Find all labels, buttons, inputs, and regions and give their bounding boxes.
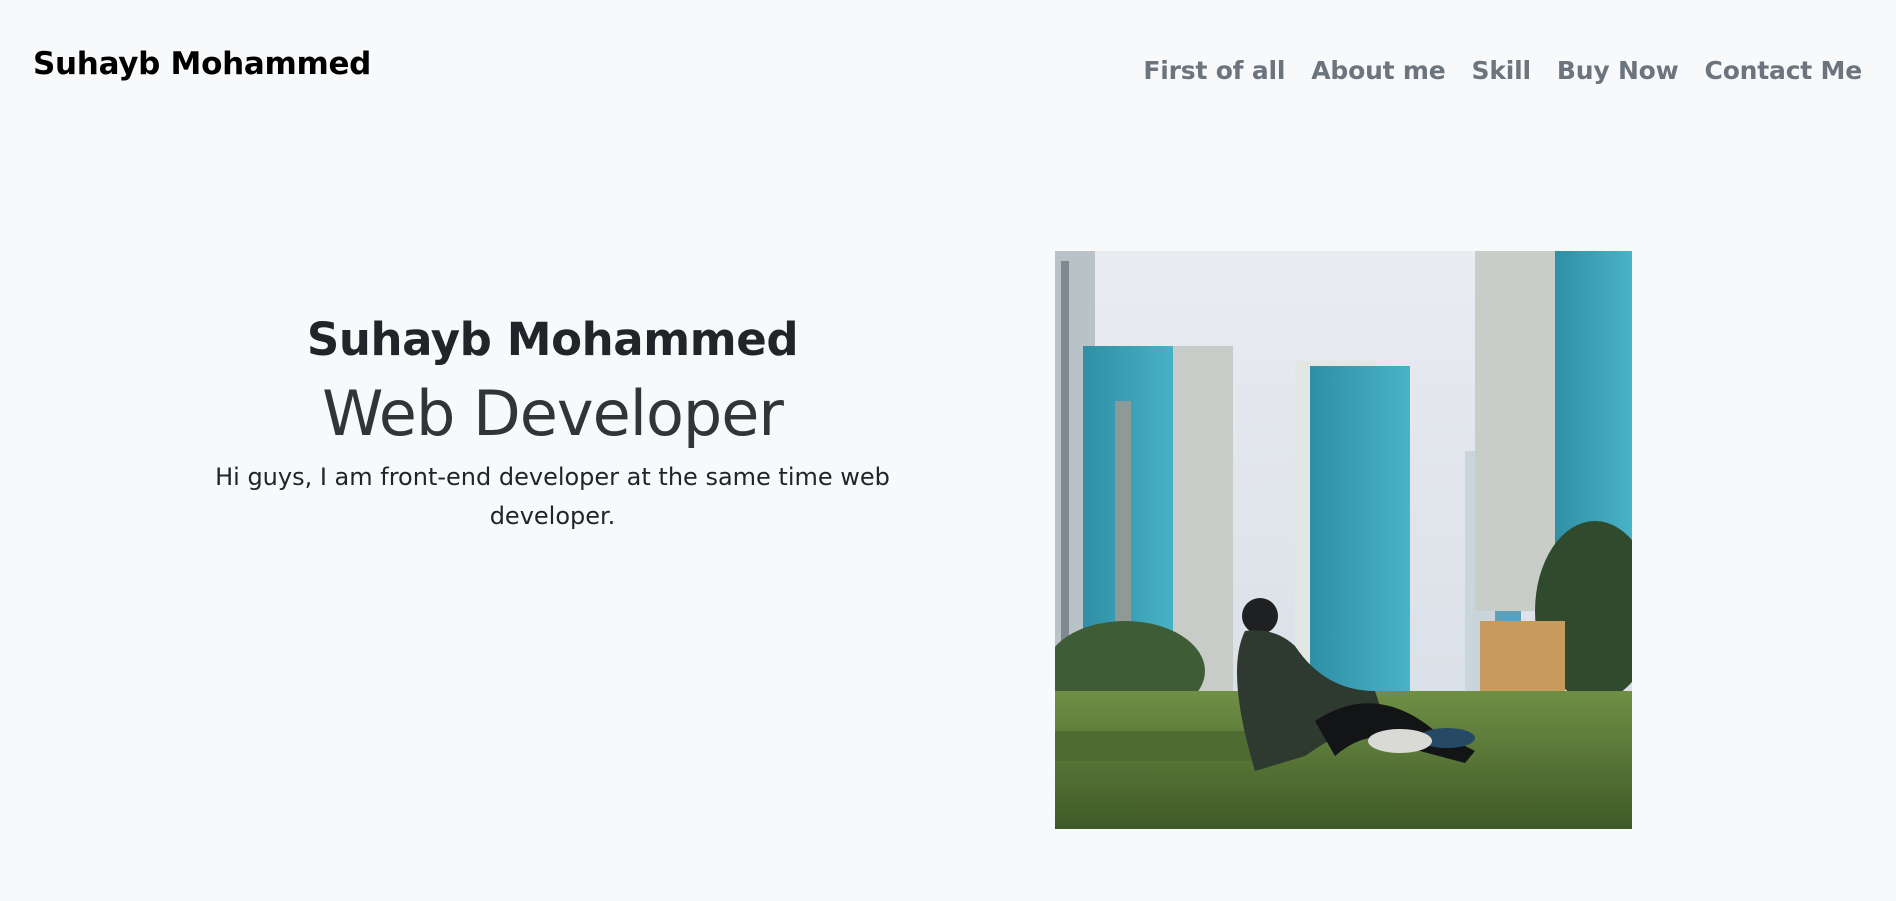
- nav-link-about-me[interactable]: About me: [1298, 56, 1458, 85]
- nav-link-first-of-all[interactable]: First of all: [1130, 56, 1298, 85]
- hero-name: Suhayb Mohammed: [306, 313, 799, 366]
- hero-role: Web Developer: [322, 377, 784, 450]
- nav-link-buy-now[interactable]: Buy Now: [1544, 56, 1692, 85]
- nav-item-first-of-all: First of all: [1130, 56, 1298, 85]
- nav-item-skill: Skill: [1459, 56, 1544, 85]
- brand-link[interactable]: Suhayb Mohammed: [33, 46, 371, 82]
- profile-photo: [1055, 251, 1632, 829]
- top-navbar: Suhayb Mohammed First of all About me Sk…: [0, 0, 1896, 140]
- nav-item-about-me: About me: [1298, 56, 1458, 85]
- nav-item-buy-now: Buy Now: [1544, 56, 1692, 85]
- city-photo-illustration: [1055, 251, 1632, 829]
- nav-menu: First of all About me Skill Buy Now Cont…: [1130, 56, 1862, 85]
- nav-link-contact-me[interactable]: Contact Me: [1692, 56, 1863, 85]
- nav-link-skill[interactable]: Skill: [1459, 56, 1544, 85]
- hero-description: Hi guys, I am front-end developer at the…: [215, 463, 890, 530]
- hero-intro: Suhayb Mohammed Web Developer Hi guys, I…: [200, 310, 905, 536]
- nav-item-contact-me: Contact Me: [1692, 56, 1863, 85]
